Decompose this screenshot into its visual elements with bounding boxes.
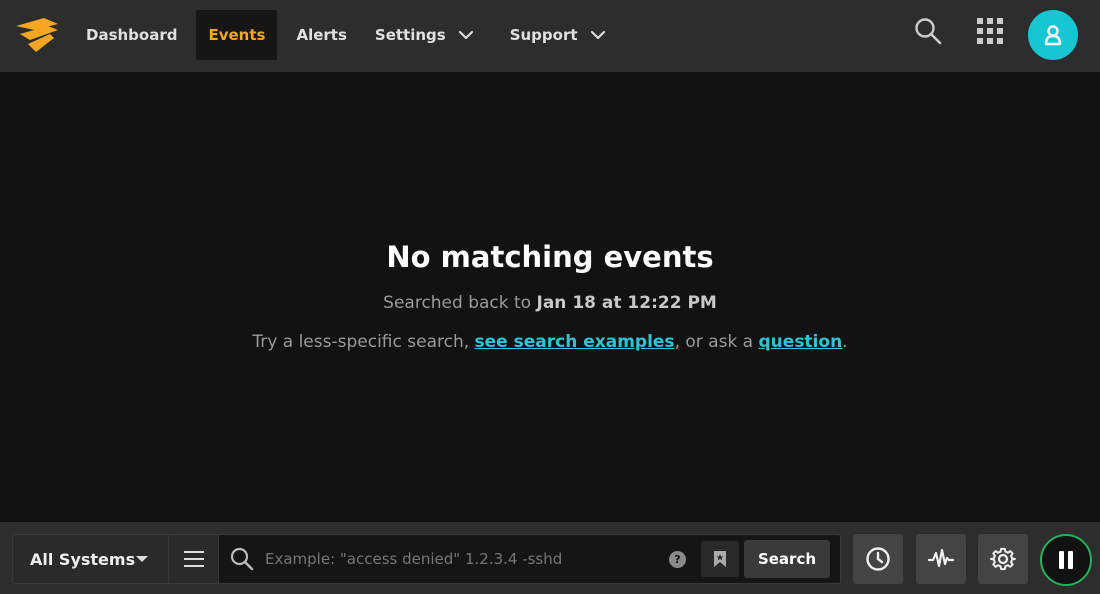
nav-events-label: Events bbox=[208, 26, 266, 44]
clock-icon bbox=[866, 547, 890, 571]
hint-middle: , or ask a bbox=[674, 332, 754, 352]
nav-support[interactable]: Support bbox=[496, 10, 628, 60]
saved-searches-button[interactable] bbox=[169, 535, 219, 583]
search-bar: All Systems ? Search bbox=[0, 522, 1100, 594]
hint-prefix: Try a less-specific search, bbox=[252, 332, 470, 352]
search-group: All Systems ? Search bbox=[12, 534, 841, 584]
search-field-icon bbox=[219, 535, 265, 583]
search-icon[interactable] bbox=[914, 17, 942, 45]
grid-icon[interactable] bbox=[976, 17, 1004, 45]
bookmark-icon bbox=[714, 551, 726, 567]
nav-alerts[interactable]: Alerts bbox=[282, 10, 360, 60]
search-icon bbox=[230, 547, 254, 571]
searched-date: Jan 18 at 12:22 PM bbox=[536, 293, 717, 313]
nav-alerts-label: Alerts bbox=[296, 26, 347, 44]
save-search-button[interactable] bbox=[701, 541, 739, 577]
graph-button[interactable] bbox=[916, 534, 966, 584]
hint-text: Try a less-specific search, see search e… bbox=[0, 332, 1100, 352]
pause-live-tail-button[interactable] bbox=[1040, 534, 1092, 586]
user-icon bbox=[1044, 25, 1062, 46]
chevron-down-icon bbox=[590, 30, 605, 40]
top-navigation: Dashboard Events Alerts Settings Support bbox=[0, 0, 1100, 72]
nav-dashboard-label: Dashboard bbox=[86, 26, 178, 44]
systems-dropdown[interactable]: All Systems bbox=[13, 535, 169, 583]
time-history-button[interactable] bbox=[853, 534, 903, 584]
hamburger-icon bbox=[183, 551, 204, 567]
searched-prefix: Searched back to bbox=[383, 293, 532, 313]
search-input[interactable] bbox=[265, 539, 659, 579]
pulse-icon bbox=[928, 548, 954, 568]
main-nav: Dashboard Events Alerts Settings Support bbox=[72, 10, 628, 60]
search-examples-link[interactable]: see search examples bbox=[475, 332, 675, 352]
papertrail-logo[interactable] bbox=[14, 16, 60, 56]
question-link[interactable]: question bbox=[759, 332, 843, 352]
empty-state: No matching events Searched back to Jan … bbox=[0, 72, 1100, 522]
search-button[interactable]: Search bbox=[744, 540, 830, 578]
gear-icon bbox=[990, 547, 1016, 571]
chevron-down-icon bbox=[458, 30, 473, 40]
help-label: ? bbox=[674, 552, 681, 566]
settings-button[interactable] bbox=[978, 534, 1028, 584]
systems-label: All Systems bbox=[30, 549, 136, 569]
nav-settings-label: Settings bbox=[374, 26, 446, 44]
caret-down-icon bbox=[136, 556, 148, 562]
avatar[interactable] bbox=[1028, 10, 1078, 60]
nav-events[interactable]: Events bbox=[196, 10, 278, 60]
nav-settings[interactable]: Settings bbox=[361, 10, 496, 60]
pause-icon bbox=[1059, 551, 1073, 569]
empty-title: No matching events bbox=[386, 240, 714, 274]
nav-support-label: Support bbox=[509, 26, 578, 44]
searched-back-text: Searched back to Jan 18 at 12:22 PM bbox=[0, 293, 1100, 313]
hint-suffix: . bbox=[842, 332, 848, 352]
question-icon[interactable]: ? bbox=[669, 550, 686, 568]
nav-dashboard[interactable]: Dashboard bbox=[72, 10, 191, 60]
